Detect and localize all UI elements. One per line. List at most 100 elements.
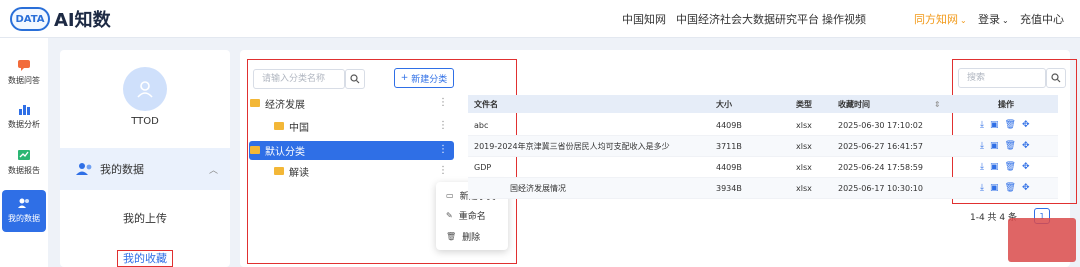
file-search-button[interactable] [1046, 68, 1066, 88]
trash-icon[interactable]: 🗑 [1005, 141, 1016, 151]
more-icon[interactable]: ⋮ [438, 97, 448, 108]
trash-icon: 🗑 [446, 231, 457, 241]
more-icon[interactable]: ⋮ [438, 144, 448, 155]
tree-item-selected[interactable]: 默认分类 [250, 140, 305, 160]
col-type: 类型 [796, 99, 812, 109]
file-size: 4409B [716, 162, 742, 172]
watermark-logo [1008, 218, 1076, 262]
tree-label: 中国 [289, 122, 309, 134]
table-row[interactable]: GDP 4409B xlsx 2025-06-24 17:58:59 ⤓ ▣ 🗑 ✥ [468, 157, 1058, 178]
file-search-input[interactable]: 搜索 [958, 68, 1046, 88]
folder-plus-icon: ▭ [446, 190, 454, 200]
menu-my-data[interactable]: 我的数据 ︿ [60, 148, 230, 190]
file-time: 2025-06-24 17:58:59 [838, 162, 923, 172]
nav-cnki[interactable]: 中国知网 [622, 11, 666, 27]
plus-icon: + [400, 73, 409, 83]
table-row[interactable]: 2019-2024年京津冀三省份居民人均可支配收入是多少 3711B xlsx … [468, 136, 1058, 157]
preview-icon[interactable]: ▣ [990, 141, 999, 151]
login-label: 登录 [978, 13, 1000, 26]
report-icon [18, 150, 30, 160]
table-row[interactable]: 国经济发展情况 3934B xlsx 2025-06-17 10:30:10 ⤓… [468, 178, 1058, 199]
move-icon[interactable]: ✥ [1022, 141, 1030, 151]
user-icon [137, 81, 153, 98]
tree-item[interactable]: 解读 [274, 161, 309, 181]
col-filename: 文件名 [474, 99, 498, 109]
menu-label: 删除 [462, 232, 481, 243]
download-icon[interactable]: ⤓ [980, 120, 984, 130]
avatar [123, 67, 167, 111]
download-icon[interactable]: ⤓ [980, 183, 984, 193]
nav-platform[interactable]: 中国经济社会大数据研究平台 [676, 11, 819, 27]
menu-label: 我的数据 [100, 163, 144, 176]
nav-item-report[interactable]: 数据报告 [2, 142, 46, 184]
menu-my-favorites[interactable]: 我的收藏 [60, 250, 230, 267]
username: TTOD [131, 116, 159, 127]
trash-icon[interactable]: 🗑 [1005, 120, 1016, 130]
menu-delete[interactable]: 🗑 删除 [446, 228, 480, 244]
download-icon[interactable]: ⤓ [980, 162, 984, 172]
file-size: 3934B [716, 183, 742, 193]
sort-icon[interactable]: ⇕ [934, 95, 941, 113]
tree-item[interactable]: 中国 [274, 116, 309, 136]
file-time: 2025-06-30 17:10:02 [838, 120, 923, 130]
more-icon[interactable]: ⋮ [438, 120, 448, 131]
nav-item-mydata[interactable]: 我的数据 [2, 190, 46, 232]
nav-label: 数据问答 [8, 76, 40, 85]
org-dropdown[interactable]: 同方知网 ⌄ [914, 11, 967, 27]
category-search-input[interactable]: 请输入分类名称 [253, 69, 345, 89]
nav-item-analysis[interactable]: 数据分析 [2, 96, 46, 138]
trash-icon[interactable]: 🗑 [1005, 162, 1016, 172]
folder-icon [250, 99, 260, 107]
file-time: 2025-06-27 16:41:57 [838, 141, 923, 151]
favorites-label: 我的收藏 [117, 250, 173, 267]
nav-label: 数据报告 [8, 166, 40, 175]
more-icon[interactable]: ⋮ [438, 165, 448, 176]
profile-panel: TTOD 我的数据 ︿ 我的上传 我的收藏 [60, 50, 230, 267]
file-type: xlsx [796, 141, 812, 151]
menu-my-uploads[interactable]: 我的上传 [60, 210, 230, 226]
nav-item-qa[interactable]: 数据问答 [2, 52, 46, 94]
user-group-icon [18, 198, 29, 208]
download-icon[interactable]: ⤓ [980, 141, 984, 151]
col-size: 大小 [716, 99, 732, 109]
move-icon[interactable]: ✥ [1022, 183, 1030, 193]
user-group-icon [76, 163, 92, 175]
row-actions: ⤓ ▣ 🗑 ✥ [980, 136, 1029, 156]
preview-icon[interactable]: ▣ [990, 120, 999, 130]
move-icon[interactable]: ✥ [1022, 162, 1030, 172]
row-actions: ⤓ ▣ 🗑 ✥ [980, 178, 1029, 198]
col-time[interactable]: 收藏时间 [838, 95, 870, 113]
file-name: GDP [474, 162, 492, 172]
nav-video[interactable]: 操作视频 [822, 11, 866, 27]
col-actions: 操作 [998, 99, 1014, 109]
org-label: 同方知网 [914, 13, 958, 26]
left-nav: 数据问答 数据分析 数据报告 我的数据 [0, 38, 48, 267]
file-type: xlsx [796, 183, 812, 193]
file-time: 2025-06-17 10:30:10 [838, 183, 923, 193]
file-size: 4409B [716, 120, 742, 130]
recharge-link[interactable]: 充值中心 [1020, 11, 1064, 27]
login-dropdown[interactable]: 登录 ⌄ [978, 11, 1009, 27]
logo[interactable]: DATA AI知数 [10, 6, 111, 32]
table-header: 文件名 大小 类型 收藏时间 ⇕ 操作 [468, 95, 1058, 113]
tree-item[interactable]: 经济发展 [250, 93, 305, 113]
trash-icon[interactable]: 🗑 [1005, 183, 1016, 193]
file-type: xlsx [796, 162, 812, 172]
chevron-down-icon: ⌄ [1002, 16, 1009, 25]
row-actions: ⤓ ▣ 🗑 ✥ [980, 157, 1029, 177]
move-icon[interactable]: ✥ [1022, 120, 1030, 130]
edit-icon: ✎ [446, 210, 453, 220]
preview-icon[interactable]: ▣ [990, 162, 999, 172]
content-panel: 请输入分类名称 +新建分类 经济发展 ⋮ 中国 ⋮ 默认分类 ⋮ 解读 ⋮ ▭ 新… [240, 50, 1077, 267]
category-search-button[interactable] [345, 69, 365, 89]
bar-chart-icon [19, 105, 30, 115]
new-category-button[interactable]: + 新建分类 [394, 68, 454, 88]
new-category-label: 新建分类 [411, 74, 448, 85]
tree-label: 解读 [289, 167, 309, 179]
folder-icon [274, 122, 284, 130]
table-row[interactable]: abc 4409B xlsx 2025-06-30 17:10:02 ⤓ ▣ 🗑 ✥ [468, 115, 1058, 136]
app-title: AI知数 [54, 10, 111, 31]
search-icon [350, 74, 360, 84]
menu-rename[interactable]: ✎ 重命名 [446, 207, 486, 223]
preview-icon[interactable]: ▣ [990, 183, 999, 193]
